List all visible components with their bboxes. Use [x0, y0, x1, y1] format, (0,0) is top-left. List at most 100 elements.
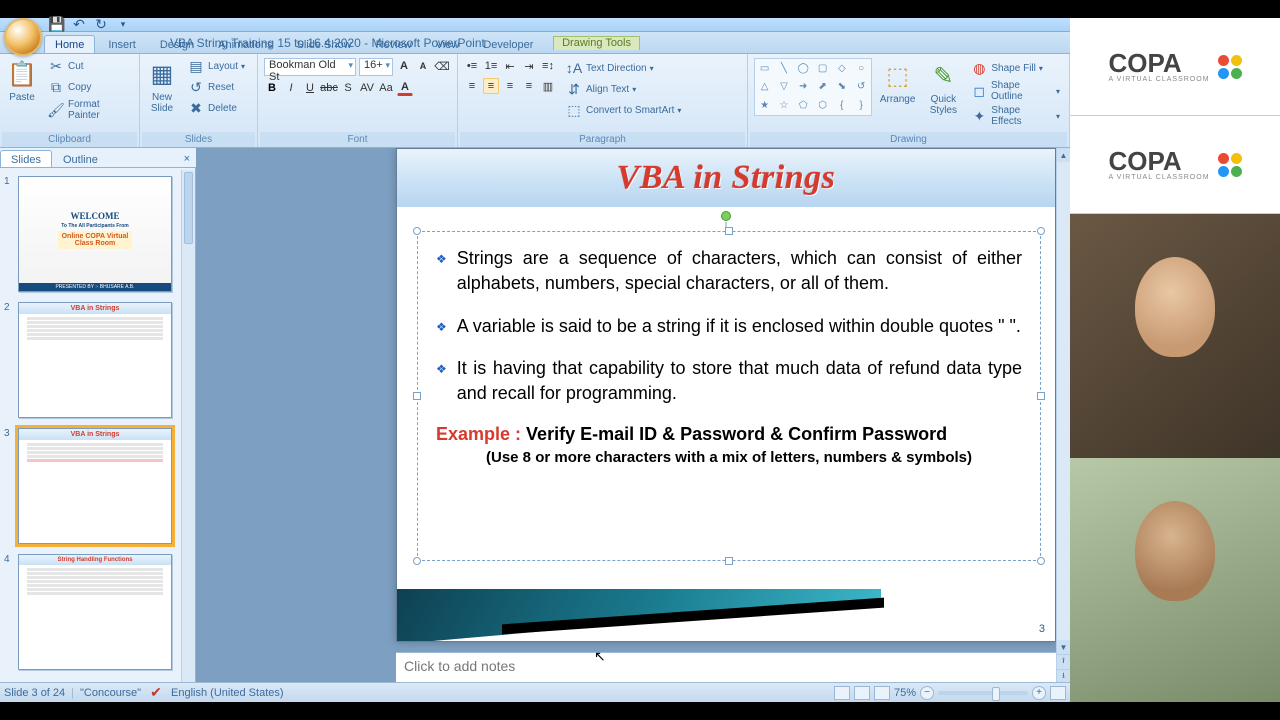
font-name-combo[interactable]: Bookman Old St: [264, 58, 356, 76]
cut-button[interactable]: ✂Cut: [44, 56, 137, 76]
align-text-button[interactable]: ⇵Align Text▾: [562, 79, 684, 99]
scroll-down-button[interactable]: ▼: [1057, 640, 1070, 654]
tab-home[interactable]: Home: [44, 35, 95, 53]
font-color-button[interactable]: A: [397, 80, 413, 96]
brand-logo-icon: [1218, 153, 1242, 177]
group-label-clipboard: Clipboard: [2, 132, 137, 147]
bullets-button[interactable]: •≡: [464, 58, 480, 74]
font-size-combo[interactable]: 16+: [359, 58, 393, 76]
group-paragraph: •≡ 1≡ ⇤ ⇥ ≡↕ ≡ ≡ ≡ ≡ ▥ ↕AText D: [458, 54, 748, 147]
shape-outline-button[interactable]: ◻Shape Outline▾: [967, 79, 1063, 103]
paste-button[interactable]: 📋 Paste: [2, 56, 42, 105]
thumbnail-2[interactable]: 2 VBA in Strings: [18, 302, 189, 418]
notes-pane[interactable]: Click to add notes: [396, 652, 1056, 682]
change-case-button[interactable]: Aa: [378, 80, 394, 96]
normal-view-button[interactable]: [834, 686, 850, 700]
numbering-button[interactable]: 1≡: [483, 58, 499, 74]
sorter-view-button[interactable]: [854, 686, 870, 700]
office-button[interactable]: [4, 18, 42, 56]
italic-button[interactable]: I: [283, 80, 299, 96]
new-slide-button[interactable]: ▦ New Slide: [142, 56, 182, 116]
prev-slide-button[interactable]: ⭱: [1057, 654, 1070, 669]
resize-handle[interactable]: [413, 227, 421, 235]
shape-effects-button[interactable]: ✦Shape Effects▾: [967, 104, 1063, 128]
status-theme: "Concourse": [80, 687, 141, 699]
thumbnail-pane[interactable]: 1 WELCOME To The All Participants From O…: [0, 148, 196, 682]
tab-design[interactable]: Design: [149, 35, 205, 53]
canvas-scrollbar[interactable]: ▲ ▼ ⭱ ⭳: [1056, 148, 1070, 682]
underline-button[interactable]: U: [302, 80, 318, 96]
thumbnail-3[interactable]: 3 VBA in Strings: [18, 428, 189, 544]
grow-font-button[interactable]: A: [396, 58, 412, 74]
reset-button[interactable]: ↺Reset: [184, 77, 248, 97]
layout-icon: ▤: [187, 57, 205, 75]
undo-icon[interactable]: ↶: [70, 16, 88, 34]
textbox-body[interactable]: ❖Strings are a sequence of characters, w…: [418, 232, 1040, 466]
pane-tab-slides[interactable]: Slides: [0, 150, 52, 167]
context-tab-drawing-tools[interactable]: Drawing Tools: [553, 36, 640, 50]
indent-button[interactable]: ⇥: [521, 58, 537, 74]
pane-close-button[interactable]: ×: [178, 151, 196, 167]
slide-canvas[interactable]: VBA in Strings ❖Strings are a sequence o…: [196, 148, 1070, 682]
zoom-in-button[interactable]: +: [1032, 686, 1046, 700]
status-language[interactable]: English (United States): [171, 687, 284, 699]
clear-formatting-button[interactable]: ⌫: [434, 58, 450, 74]
align-left-button[interactable]: ≡: [464, 78, 480, 94]
char-spacing-button[interactable]: AV: [359, 80, 375, 96]
resize-handle[interactable]: [413, 557, 421, 565]
tab-developer[interactable]: Developer: [472, 35, 544, 53]
copy-button[interactable]: ⧉Copy: [44, 77, 137, 97]
thumbnail-4[interactable]: 4 String Handling Functions: [18, 554, 189, 670]
shrink-font-button[interactable]: A: [415, 58, 431, 74]
redo-icon[interactable]: ↻: [92, 16, 110, 34]
convert-smartart-button[interactable]: ⬚Convert to SmartArt▾: [562, 100, 684, 120]
rotate-handle[interactable]: [721, 211, 731, 221]
strike-button[interactable]: abc: [321, 80, 337, 96]
tab-view[interactable]: View: [425, 35, 471, 53]
tab-insert[interactable]: Insert: [97, 35, 147, 53]
slideshow-view-button[interactable]: [874, 686, 890, 700]
delete-icon: ✖: [187, 99, 205, 117]
resize-handle[interactable]: [1037, 392, 1045, 400]
zoom-value: 75%: [894, 687, 916, 699]
slide-title[interactable]: VBA in Strings: [617, 159, 836, 197]
shapes-gallery[interactable]: ▭╲◯▢◇○ △▽➜⬈⬊↺ ★☆⬠⬡{}: [754, 58, 872, 116]
fit-window-button[interactable]: [1050, 686, 1066, 700]
thumbnail-1[interactable]: 1 WELCOME To The All Participants From O…: [18, 176, 189, 292]
pane-tab-outline[interactable]: Outline: [52, 150, 109, 167]
text-direction-button[interactable]: ↕AText Direction▾: [562, 58, 684, 78]
columns-button[interactable]: ▥: [540, 78, 556, 94]
align-text-icon: ⇵: [565, 80, 583, 98]
resize-handle[interactable]: [413, 392, 421, 400]
align-center-button[interactable]: ≡: [483, 78, 499, 94]
content-textbox[interactable]: ❖Strings are a sequence of characters, w…: [417, 231, 1041, 561]
webcam-feed: [1070, 458, 1280, 702]
thumbnail-scrollbar[interactable]: [181, 170, 195, 682]
quick-styles-button[interactable]: ✎Quick Styles: [923, 58, 963, 118]
align-right-button[interactable]: ≡: [502, 78, 518, 94]
resize-handle[interactable]: [1037, 557, 1045, 565]
next-slide-button[interactable]: ⭳: [1057, 669, 1070, 682]
tab-slideshow[interactable]: Slide Show: [286, 35, 363, 53]
tab-animations[interactable]: Animations: [207, 35, 283, 53]
save-icon[interactable]: 💾: [48, 16, 66, 34]
shadow-button[interactable]: S: [340, 80, 356, 96]
justify-button[interactable]: ≡: [521, 78, 537, 94]
group-label-slides: Slides: [142, 132, 255, 147]
outdent-button[interactable]: ⇤: [502, 58, 518, 74]
format-painter-button[interactable]: 🖌Format Painter: [44, 98, 137, 122]
resize-handle[interactable]: [725, 557, 733, 565]
qat-more-icon[interactable]: ▾: [114, 16, 132, 34]
arrange-button[interactable]: ⬚Arrange: [876, 58, 920, 107]
resize-handle[interactable]: [725, 227, 733, 235]
scroll-up-button[interactable]: ▲: [1057, 148, 1070, 162]
line-spacing-button[interactable]: ≡↕: [540, 58, 556, 74]
layout-button[interactable]: ▤Layout▾: [184, 56, 248, 76]
delete-slide-button[interactable]: ✖Delete: [184, 98, 248, 118]
resize-handle[interactable]: [1037, 227, 1045, 235]
zoom-out-button[interactable]: −: [920, 686, 934, 700]
shape-fill-button[interactable]: ◍Shape Fill▾: [967, 58, 1063, 78]
tab-review[interactable]: Review: [365, 35, 423, 53]
zoom-slider[interactable]: [938, 691, 1028, 695]
spellcheck-icon[interactable]: ✔: [147, 684, 165, 702]
